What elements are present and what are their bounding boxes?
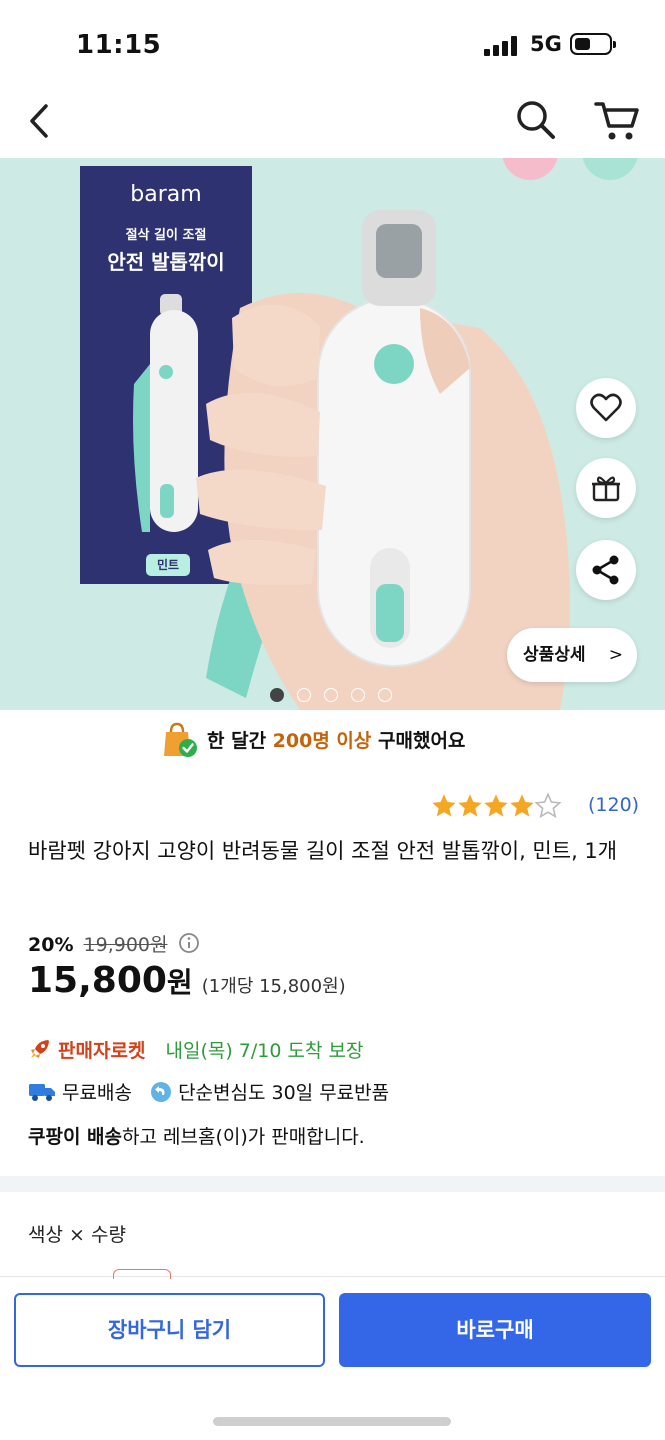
rocket-icon [31, 1040, 49, 1058]
pager-dot[interactable] [324, 688, 338, 702]
search-button[interactable] [514, 98, 558, 142]
nav-bar [0, 90, 665, 158]
pager-dot[interactable] [297, 688, 311, 702]
seller-info: 쿠팡이 배송하고 레브홈(이)가 판매합니다. [28, 1122, 365, 1152]
gift-button[interactable] [576, 458, 636, 518]
star-filled-icon [484, 794, 508, 817]
seller-bold: 쿠팡이 배송 [28, 1126, 123, 1148]
bottom-action-bar: 장바구니 담기 바로구매 [0, 1269, 665, 1440]
share-icon [592, 555, 619, 585]
rocket-label: 판매자로켓 [58, 1040, 146, 1062]
pager-dot[interactable] [270, 688, 284, 702]
search-icon [517, 101, 555, 139]
cart-button[interactable] [594, 98, 640, 142]
signal-icon [484, 36, 518, 56]
truck-icon [29, 1084, 55, 1101]
original-price: 19,900원 [83, 934, 168, 956]
pager-dot[interactable] [378, 688, 392, 702]
cart-icon [594, 102, 639, 140]
star-empty-icon [534, 792, 562, 819]
chevron-right-icon: > [608, 645, 623, 665]
discount-row: 20% 19,900원 [28, 930, 200, 958]
chevron-left-icon [30, 104, 48, 138]
info-icon[interactable] [178, 932, 200, 954]
heart-icon [590, 393, 622, 422]
product-title: 바람펫 강아지 고양이 반려동물 길이 조절 안전 발톱깎이, 민트, 1개 [28, 839, 618, 863]
product-image-carousel[interactable]: baram 절삭 길이 조절 안전 발톱깎이 민트 상품상세 > [0, 158, 665, 710]
purchase-count-text: 한 달간 200명 이상 구매했어요 [207, 726, 465, 753]
sale-price: 15,800 [28, 960, 167, 1001]
free-return-label: 단순변심도 30일 무료반품 [178, 1082, 390, 1104]
seller-rest: 하고 레브홈(이)가 판매합니다. [122, 1126, 365, 1148]
rocket-delivery-row: 판매자로켓 내일(목) 7/10 도착 보장 [28, 1036, 363, 1066]
free-shipping-label: 무료배송 [62, 1082, 132, 1104]
wishlist-button[interactable] [576, 378, 636, 438]
product-detail-button[interactable]: 상품상세 > [507, 628, 637, 682]
gift-icon [592, 476, 620, 502]
shipping-row: 무료배송 단순변심도 30일 무료반품 [28, 1078, 389, 1108]
price-row: 15,800원 (1개당 15,800원) [28, 960, 346, 1010]
unit-price: (1개당 15,800원) [201, 976, 346, 997]
star-filled-icon [432, 794, 456, 817]
network-label: 5G [530, 32, 562, 56]
arrival-date: 내일(목) 7/10 도착 보장 [165, 1040, 364, 1062]
product-detail-label: 상품상세 [523, 645, 586, 665]
purchase-count-banner: 한 달간 200명 이상 구매했어요 [0, 718, 665, 764]
shopping-bag-icon [164, 722, 197, 757]
battery-icon [570, 33, 616, 55]
home-indicator[interactable] [213, 1417, 451, 1426]
option-section-label[interactable]: 색상 × 수량 [28, 1220, 126, 1247]
purchase-count-suffix: 구매했어요 [371, 730, 466, 752]
review-count[interactable]: (120) [588, 794, 639, 816]
buy-now-button[interactable]: 바로구매 [339, 1293, 651, 1367]
purchase-count-prefix: 한 달간 [207, 730, 273, 752]
section-divider [0, 1176, 665, 1192]
share-button[interactable] [576, 540, 636, 600]
star-filled-icon [458, 794, 482, 817]
back-button[interactable] [26, 98, 56, 144]
option-chip [113, 1269, 171, 1279]
price-currency: 원 [166, 966, 193, 999]
status-time: 11:15 [76, 30, 162, 60]
star-filled-icon [510, 794, 534, 817]
return-icon [151, 1082, 172, 1102]
discount-rate: 20% [28, 934, 74, 956]
add-to-cart-button[interactable]: 장바구니 담기 [14, 1293, 325, 1367]
purchase-count-highlight: 200명 이상 [272, 730, 372, 752]
status-bar: 11:15 5G [0, 0, 665, 90]
pager-dot[interactable] [351, 688, 365, 702]
